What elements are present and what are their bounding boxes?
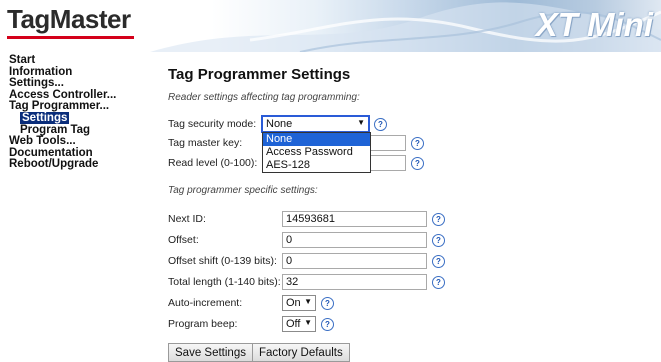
nav-subitem-settings[interactable]: Settings [9,111,149,125]
reader-settings-subtitle: Reader settings affecting tag programmin… [168,92,360,103]
help-icon[interactable]: ? [411,137,424,150]
security-mode-option[interactable]: AES-128 [263,159,370,172]
total-length-input[interactable] [282,274,427,290]
nav-subitem-settings-label: Settings [20,111,70,124]
help-icon[interactable]: ? [321,318,334,331]
auto-increment-select[interactable]: On ▼ [282,295,316,311]
dropdown-arrow-icon: ▼ [304,318,312,327]
help-icon[interactable]: ? [411,157,424,170]
help-icon[interactable]: ? [432,213,445,226]
offset-input[interactable] [282,232,427,248]
security-mode-option[interactable]: None [263,133,370,146]
save-settings-button[interactable]: Save Settings [168,343,253,362]
security-mode-value: None [266,118,293,130]
help-icon[interactable]: ? [321,297,334,310]
program-beep-select[interactable]: Off ▼ [282,316,316,332]
dropdown-arrow-icon: ▼ [304,297,312,306]
security-mode-label: Tag security mode: [168,118,257,130]
help-icon[interactable]: ? [432,234,445,247]
master-key-label: Tag master key: [168,137,243,149]
product-logo: XT Mini [535,6,653,43]
factory-defaults-button[interactable]: Factory Defaults [252,343,350,362]
total-length-label: Total length (1-140 bits): [168,276,281,288]
nav-item-reboot-upgrade[interactable]: Reboot/Upgrade [9,159,149,171]
next-id-label: Next ID: [168,213,206,225]
help-icon[interactable]: ? [374,118,387,131]
header-banner: TagMaster XT Mini [0,0,661,52]
help-icon[interactable]: ? [432,276,445,289]
program-beep-value: Off [286,318,301,330]
dropdown-arrow-icon: ▼ [357,118,365,127]
security-mode-dropdown-list[interactable]: None Access Password AES-128 [262,132,371,173]
auto-increment-value: On [286,297,301,309]
brand-underline [7,36,134,39]
security-mode-option[interactable]: Access Password [263,146,370,159]
programmer-settings-subtitle: Tag programmer specific settings: [168,185,318,196]
next-id-input[interactable] [282,211,427,227]
nav-item-start[interactable]: Start [9,54,149,67]
page-title: Tag Programmer Settings [168,66,351,83]
read-level-label: Read level (0-100): [168,157,258,169]
nav-item-web-tools[interactable]: Web Tools... [9,136,149,148]
offset-label: Offset: [168,234,199,246]
help-icon[interactable]: ? [432,255,445,268]
offset-shift-label: Offset shift (0-139 bits): [168,255,277,267]
brand-logo: TagMaster [7,4,131,34]
security-mode-select[interactable]: None ▼ [261,115,370,133]
program-beep-label: Program beep: [168,318,238,330]
offset-shift-input[interactable] [282,253,427,269]
sidebar-nav: Start Information Settings... Access Con… [9,54,149,171]
auto-increment-label: Auto-increment: [168,297,243,309]
